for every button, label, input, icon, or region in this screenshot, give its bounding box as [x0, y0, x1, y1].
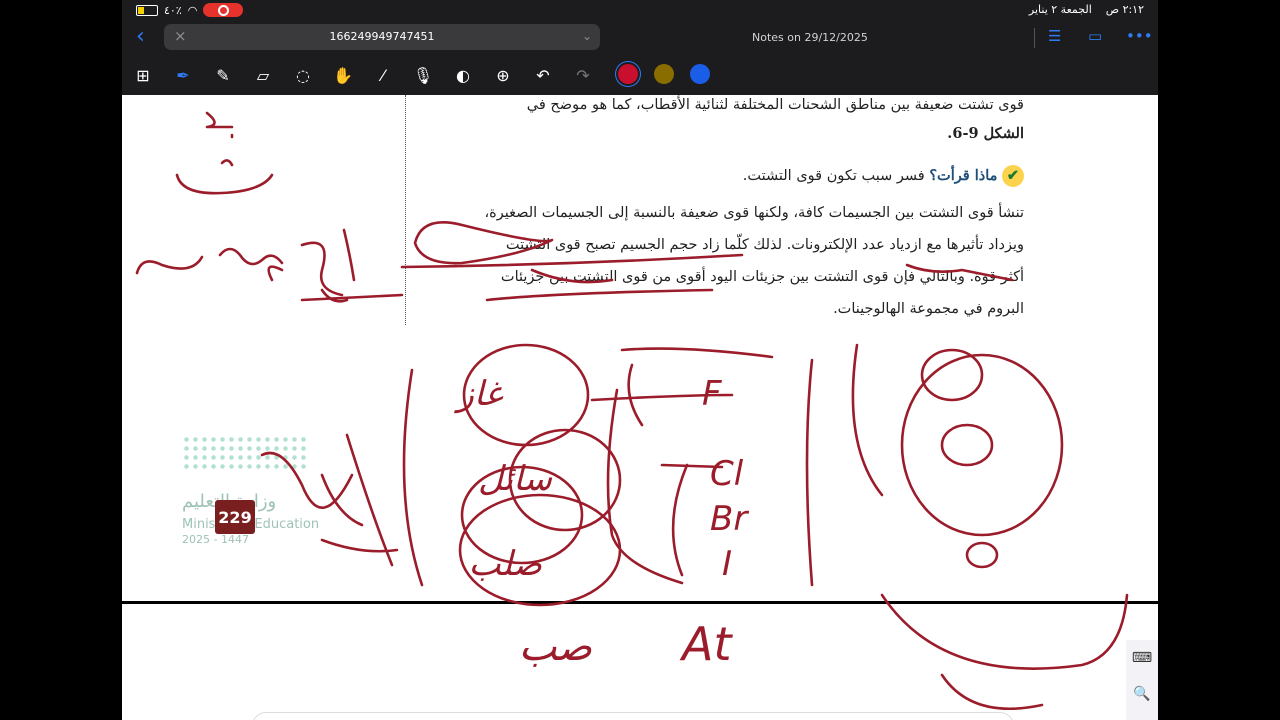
- side-controls: ⌨ 🔍: [1126, 640, 1158, 720]
- battery-level: ٤٠٪: [164, 3, 182, 17]
- ink-symbol-i: I: [722, 544, 732, 584]
- pen-icon[interactable]: ✒: [172, 64, 194, 86]
- hand-icon[interactable]: ✋: [332, 64, 354, 86]
- status-time: ٢:١٢ ص: [1105, 3, 1144, 16]
- title-row: ‹ × 166249949747451 ⌄ Notes on 29/12/202…: [122, 22, 1158, 52]
- grid-icon[interactable]: ⊞: [132, 64, 154, 86]
- list-icon[interactable]: ☰: [1048, 27, 1061, 45]
- screen-record-icon[interactable]: [203, 3, 244, 17]
- window-icon[interactable]: ▭: [1088, 27, 1102, 45]
- color-olive[interactable]: [654, 64, 674, 84]
- ink-label-sub: صب: [519, 624, 593, 670]
- handwriting-layer: غاز سائل صلب F Cl Br I At صب: [135, 111, 1129, 711]
- divider: [1034, 28, 1035, 48]
- ink-label-gas: غاز: [453, 374, 504, 414]
- drawing-tools: ⊞ ✒ ✎ ▱ ◌ ✋ ⁄ 🎙 ◐ ⊕ ↶ ↷: [122, 60, 1158, 90]
- zoom-icon[interactable]: 🔍: [1126, 676, 1158, 712]
- wifi-icon: ◠: [187, 3, 198, 17]
- document-title[interactable]: Notes on 29/12/2025: [752, 31, 868, 44]
- redo-icon[interactable]: ↷: [572, 64, 594, 86]
- eraser-icon[interactable]: ▱: [252, 64, 274, 86]
- chevron-down-icon[interactable]: ⌄: [582, 29, 592, 43]
- address-text: 166249949747451: [329, 30, 435, 43]
- more-icon[interactable]: •••: [1126, 27, 1153, 45]
- address-field[interactable]: × 166249949747451 ⌄: [164, 24, 600, 50]
- undo-icon[interactable]: ↶: [532, 64, 554, 86]
- shape-icon[interactable]: ◐: [452, 64, 474, 86]
- status-bar: ٤٠٪ ◠ ٢:١٢ ص الجمعة ٢ يناير: [122, 0, 1158, 20]
- app-toolbar: ٤٠٪ ◠ ٢:١٢ ص الجمعة ٢ يناير ‹ × 16624994…: [122, 0, 1158, 95]
- battery-icon: [136, 4, 158, 16]
- add-icon[interactable]: ⊕: [492, 64, 514, 86]
- color-blue[interactable]: [690, 64, 710, 84]
- ink-symbol-br: Br: [710, 499, 749, 539]
- ink-symbol-f: F: [702, 374, 722, 414]
- keyboard-icon[interactable]: ⌨: [1126, 640, 1158, 676]
- ink-label-liquid: سائل: [478, 459, 553, 499]
- note-canvas[interactable]: قوى تشتت ضعيفة بين مناطق الشحنات المختلف…: [122, 95, 1158, 720]
- highlighter-icon[interactable]: ✎: [212, 64, 234, 86]
- status-date: الجمعة ٢ يناير: [1028, 3, 1092, 16]
- ink-symbol-cl: Cl: [710, 454, 744, 494]
- pipette-icon[interactable]: ⁄: [372, 64, 394, 86]
- lasso-icon[interactable]: ◌: [292, 64, 314, 86]
- back-icon[interactable]: ‹: [136, 24, 145, 49]
- ink-symbol-at: At: [679, 617, 733, 671]
- color-red[interactable]: [618, 64, 638, 84]
- ink-label-solid: صلب: [468, 544, 542, 584]
- microphone-icon[interactable]: 🎙: [412, 64, 434, 86]
